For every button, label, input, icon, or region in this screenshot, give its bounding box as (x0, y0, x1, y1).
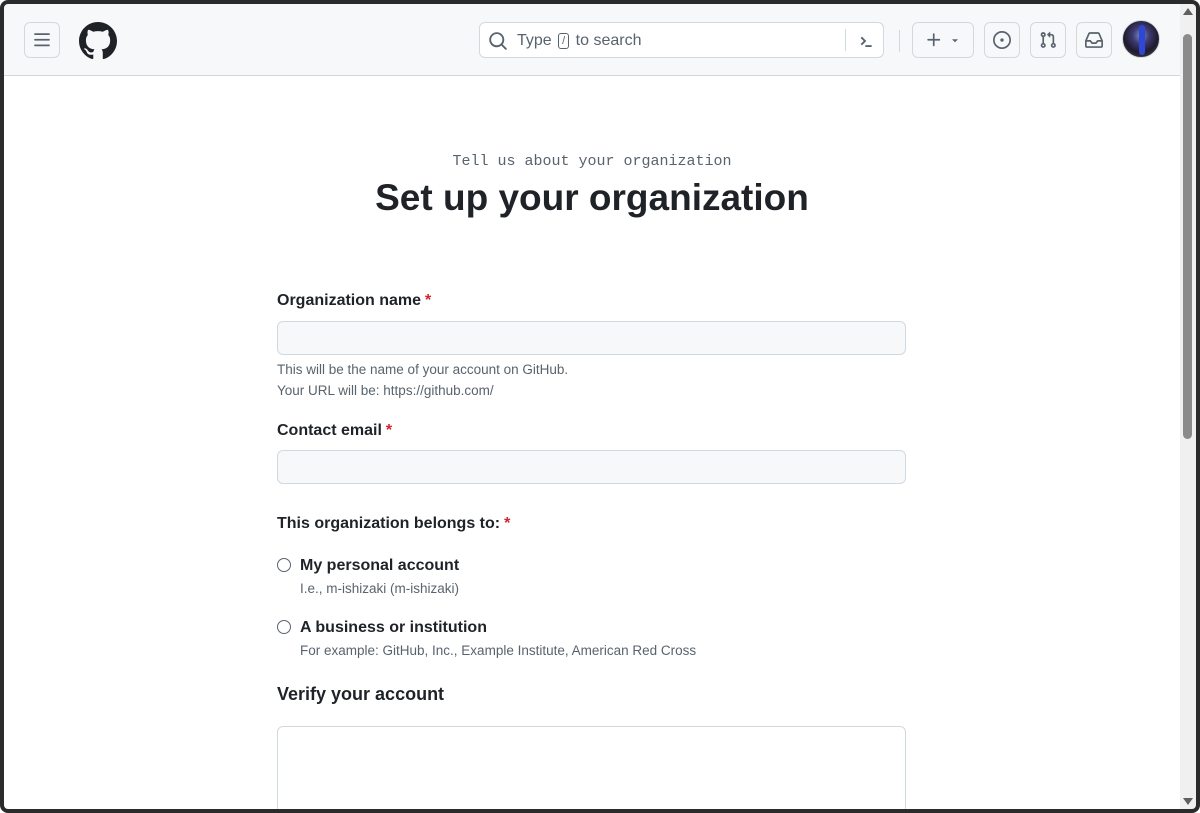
inbox-icon (1085, 32, 1103, 48)
search-input[interactable]: Type / to search (479, 22, 884, 58)
hamburger-icon (34, 33, 50, 47)
scroll-down-arrow-icon[interactable] (1183, 798, 1193, 805)
org-name-help: This will be the name of your account on… (277, 362, 569, 377)
page-scrollbar[interactable] (1180, 4, 1196, 809)
required-marker: * (425, 292, 432, 309)
pull-requests-button[interactable] (1030, 22, 1066, 58)
top-navigation-bar: Type / to search (4, 4, 1180, 76)
verify-account-widget[interactable] (277, 726, 906, 813)
verify-account-heading: Verify your account (277, 684, 445, 704)
personal-account-note: I.e., m-ishizaki (m-ishizaki) (300, 581, 460, 596)
triangle-down-icon (952, 39, 958, 43)
business-note: For example: GitHub, Inc., Example Insti… (300, 643, 697, 658)
belongs-to-label: This organization belongs to: * (277, 515, 511, 532)
contact-email-label: Contact email * (277, 422, 393, 439)
terminal-icon[interactable] (856, 31, 876, 51)
window-frame (0, 0, 1200, 813)
org-name-input[interactable] (277, 321, 906, 355)
github-logo-icon[interactable] (79, 22, 117, 60)
business-radio[interactable] (277, 620, 291, 634)
create-new-button[interactable] (912, 22, 974, 58)
search-divider (845, 29, 846, 51)
search-icon (489, 32, 507, 50)
page-subtitle: Tell us about your organization (452, 153, 732, 170)
header-divider (899, 30, 900, 52)
contact-email-input[interactable] (277, 450, 906, 484)
business-label[interactable]: A business or institution (300, 619, 487, 637)
issue-opened-icon (993, 31, 1011, 49)
issues-button[interactable] (984, 22, 1020, 58)
search-placeholder: Type / to search (517, 32, 642, 49)
menu-button[interactable] (24, 22, 60, 58)
org-url-preview: Your URL will be: https://github.com/ (277, 383, 494, 398)
scroll-thumb[interactable] (1183, 34, 1192, 439)
git-pull-request-icon (1040, 31, 1056, 48)
page-title: Set up your organization (375, 177, 809, 218)
scroll-up-arrow-icon[interactable] (1183, 8, 1193, 15)
plus-icon (927, 33, 941, 47)
org-name-label: Organization name * (277, 292, 432, 309)
user-avatar[interactable] (1122, 20, 1160, 58)
personal-account-radio[interactable] (277, 558, 291, 572)
inbox-button[interactable] (1076, 22, 1112, 58)
search-shortcut-key: / (558, 33, 570, 49)
required-marker: * (504, 515, 511, 532)
personal-account-label[interactable]: My personal account (300, 557, 459, 575)
required-marker: * (385, 422, 393, 439)
